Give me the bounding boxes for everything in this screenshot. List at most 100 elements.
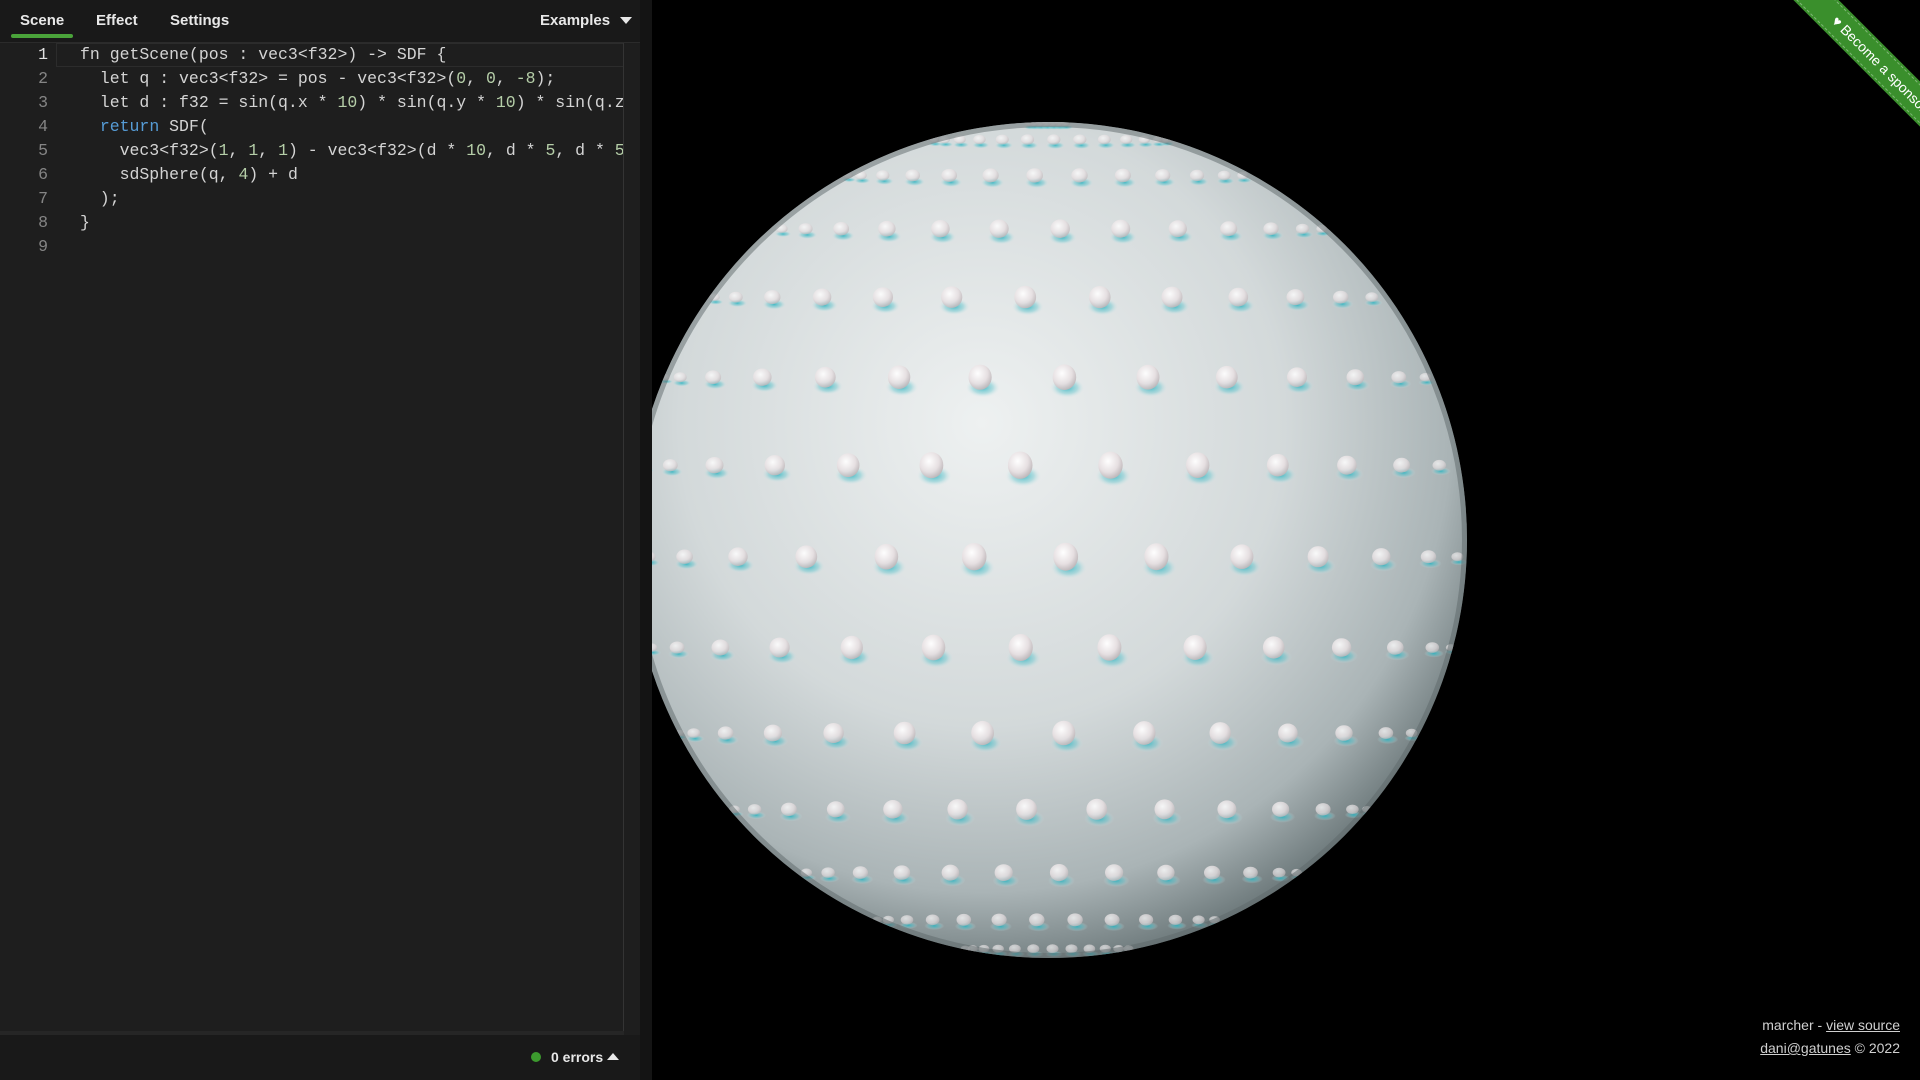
surface-bump (1052, 364, 1077, 391)
surface-bump (887, 365, 911, 390)
surface-bump (1209, 722, 1231, 744)
code-line[interactable]: 8} (0, 211, 624, 235)
surface-bump (1065, 944, 1078, 953)
chevron-down-icon (620, 16, 633, 24)
rendered-bumpy-sphere (652, 122, 1467, 958)
surface-bump (1287, 367, 1307, 388)
code-line[interactable]: 5 vec3<f32>(1, 1, 1) - vec3<f32>(d * 10,… (0, 139, 625, 163)
surface-bump (973, 134, 986, 145)
surface-bump (1262, 636, 1285, 659)
surface-bump (1387, 640, 1404, 655)
line-number: 9 (38, 237, 48, 256)
surface-bump (1157, 864, 1175, 881)
surface-bump (717, 726, 734, 740)
code-line[interactable]: 3 let d : f32 = sin(q.x * 10) * sin(q.y … (0, 91, 625, 115)
surface-bump (1278, 723, 1298, 743)
surface-bump (1053, 542, 1079, 571)
line-number: 6 (38, 165, 48, 184)
examples-dropdown[interactable]: Examples (540, 0, 633, 42)
code-text: sdSphere(q, 4) + d (80, 165, 298, 184)
surface-bump (669, 641, 685, 654)
code-text: vec3<f32>(1, 1, 1) - vec3<f32>(d * 10, d… (80, 141, 625, 160)
surface-bump (1120, 135, 1133, 144)
code-editor[interactable]: 1 fn getScene(pos : vec3<f32>) -> SDF {2 … (0, 43, 625, 1033)
line-number: 1 (38, 45, 48, 64)
surface-bump (1186, 452, 1210, 479)
surface-bump (925, 914, 940, 926)
chevron-up-icon[interactable] (607, 1053, 619, 1060)
author-link[interactable]: dani@gatunes (1760, 1040, 1851, 1056)
surface-bump (1295, 223, 1310, 234)
surface-bump (814, 366, 836, 388)
surface-bump (1067, 913, 1083, 927)
panel-resize-handle[interactable] (640, 0, 652, 1080)
surface-bump (1263, 222, 1279, 235)
copyright-text: © 2022 (1850, 1040, 1900, 1056)
code-line[interactable]: 6 sdSphere(q, 4) + d (0, 163, 624, 187)
render-viewport[interactable] (652, 0, 1920, 1080)
surface-bump (1168, 914, 1183, 925)
view-source-link[interactable]: view source (1826, 1017, 1900, 1033)
tab-scene[interactable]: Scene (10, 0, 74, 42)
surface-bump (728, 291, 743, 303)
line-number: 7 (38, 189, 48, 208)
surface-bump (1215, 365, 1238, 389)
tab-effect[interactable]: Effect (96, 0, 138, 42)
line-number: 3 (38, 93, 48, 112)
status-bar: 0 errors (0, 1035, 640, 1080)
code-text: } (80, 213, 90, 232)
surface-bump (1346, 369, 1365, 386)
surface-bump (1286, 289, 1305, 306)
surface-bump (812, 288, 832, 306)
code-line[interactable]: 4 return SDF( (0, 115, 624, 139)
surface-bump (931, 220, 950, 238)
surface-bump (1014, 285, 1037, 309)
surface-bump (711, 639, 730, 656)
surface-bump (878, 220, 896, 237)
surface-bump (1105, 864, 1124, 881)
surface-bump (971, 720, 994, 746)
surface-bump (728, 547, 748, 566)
code-text: let q : vec3<f32> = pos - vec3<f32>(0, 0… (80, 69, 556, 88)
tab-settings[interactable]: Settings (170, 0, 229, 42)
surface-bump (1111, 219, 1131, 238)
surface-bump (821, 867, 835, 878)
code-line[interactable]: 7 ); (0, 187, 624, 211)
surface-bump (872, 287, 893, 307)
surface-bump (1050, 219, 1070, 238)
surface-bump (1432, 459, 1447, 471)
code-line[interactable]: 9 (0, 235, 624, 259)
surface-bump (883, 800, 903, 819)
surface-bump (1346, 804, 1359, 814)
surface-bump (956, 913, 972, 926)
surface-bump (1183, 635, 1207, 660)
surface-bump (1425, 642, 1440, 653)
credits-line-1: marcher - view source (1760, 1014, 1900, 1037)
surface-bump (919, 452, 944, 479)
surface-bump (947, 799, 968, 820)
surface-bump (1420, 550, 1437, 564)
surface-bump (1027, 944, 1040, 954)
surface-bump (893, 865, 911, 880)
app-name: marcher (1762, 1017, 1814, 1033)
examples-label: Examples (540, 12, 611, 29)
vertical-scrollbar[interactable] (623, 43, 641, 1033)
surface-bump (1378, 727, 1394, 739)
surface-bump (1049, 864, 1069, 882)
surface-bump (1008, 634, 1033, 661)
line-number: 8 (38, 213, 48, 232)
code-text: return SDF( (99, 117, 209, 136)
surface-bump (1071, 168, 1088, 183)
error-count[interactable]: 0 errors (551, 1035, 603, 1080)
surface-bump (1192, 915, 1205, 925)
surface-bump (1228, 287, 1249, 307)
code-line[interactable]: 1 fn getScene(pos : vec3<f32>) -> SDF { (0, 43, 624, 67)
surface-bump (994, 864, 1013, 881)
line-number: 2 (38, 69, 48, 88)
surface-bump (1243, 866, 1258, 879)
surface-bump (747, 804, 762, 815)
code-line[interactable]: 2 let q : vec3<f32> = pos - vec3<f32>(0,… (0, 67, 624, 91)
surface-bump (1266, 453, 1289, 477)
surface-bump (795, 545, 818, 568)
surface-bump (1144, 543, 1169, 571)
